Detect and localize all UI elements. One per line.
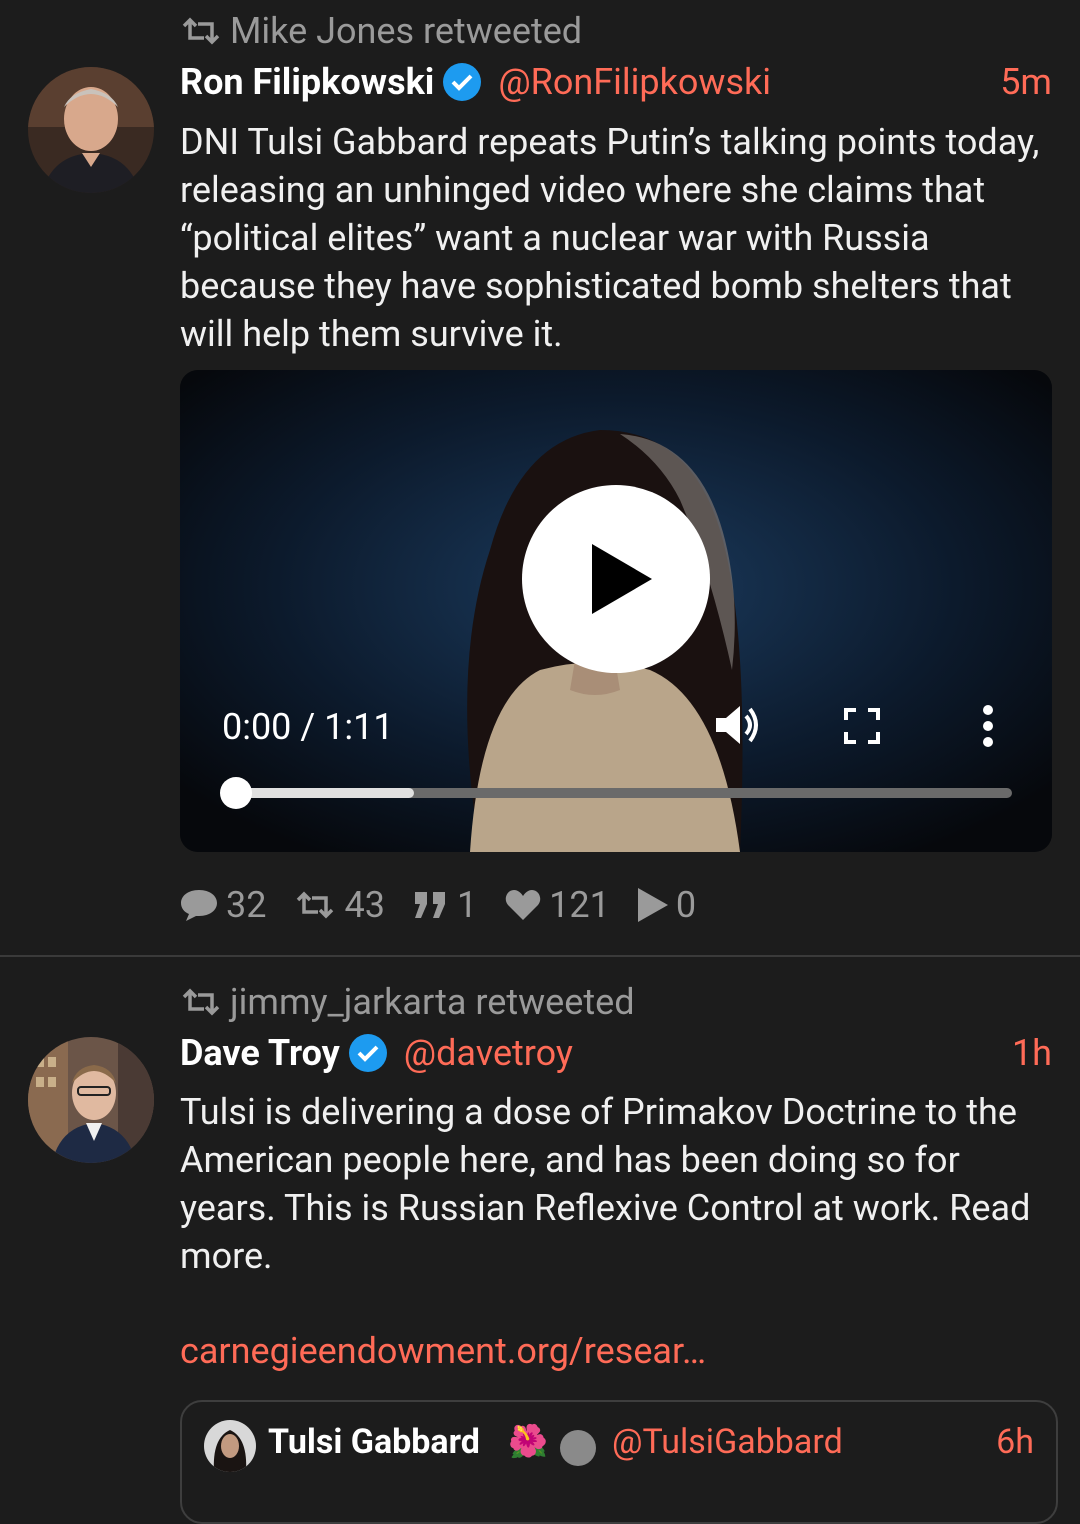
reply-icon (181, 890, 217, 921)
views-icon (637, 888, 668, 922)
more-vert-icon[interactable] (978, 704, 998, 748)
retweeted-by-text: jimmy_jarkarta retweeted (230, 981, 635, 1023)
quote-button[interactable]: 1 (413, 884, 477, 926)
verified-icon (560, 1430, 596, 1466)
avatar[interactable] (28, 1037, 154, 1163)
retweet-icon (182, 988, 220, 1016)
timestamp[interactable]: 1h (1012, 1032, 1052, 1074)
quoted-tweet[interactable]: Tulsi Gabbard 🌺 @TulsiGabbard 6h (180, 1400, 1058, 1524)
play-icon (592, 544, 652, 614)
buffered-progress (236, 788, 415, 798)
verified-icon (443, 63, 482, 101)
video-player[interactable]: 0:00 / 1:11 (180, 370, 1052, 852)
quoted-author-name: Tulsi Gabbard (268, 1422, 480, 1462)
tweet-header: Dave Troy @davetroy 1h (180, 1028, 1052, 1078)
external-link[interactable]: carnegieendowment.org/resear… (180, 1330, 706, 1372)
tweet-text: DNI Tulsi Gabbard repeats Putin’s talkin… (180, 121, 1040, 355)
quote-icon (414, 892, 445, 918)
quoted-author-handle: @TulsiGabbard (612, 1422, 843, 1462)
progress-knob[interactable] (220, 777, 252, 809)
quoted-timestamp: 6h (996, 1422, 1034, 1462)
play-button[interactable] (522, 485, 710, 673)
volume-icon[interactable] (714, 704, 762, 746)
video-time: 0:00 / 1:11 (222, 706, 394, 748)
verified-icon (348, 1034, 387, 1072)
reply-count: 32 (226, 884, 267, 926)
like-button[interactable]: 121 (505, 884, 610, 926)
avatar[interactable] (28, 67, 154, 193)
tweet[interactable]: Mike Jones retweeted Ron Filipkowski @Ro… (0, 0, 1080, 955)
retweet-icon (297, 891, 334, 919)
retweet-attribution[interactable]: Mike Jones retweeted (180, 10, 582, 52)
progress-track[interactable] (236, 788, 1012, 798)
retweet-button[interactable]: 43 (294, 884, 385, 926)
like-count: 121 (549, 884, 610, 926)
quote-count: 1 (456, 884, 478, 926)
views-button[interactable]: 0 (637, 884, 697, 926)
tweet-header: Ron Filipkowski @RonFilipkowski 5m (180, 57, 1052, 107)
retweet-count: 43 (344, 884, 385, 926)
retweeted-by-text: Mike Jones retweeted (230, 10, 583, 52)
like-icon (505, 890, 541, 920)
author-handle[interactable]: @RonFilipkowski (498, 61, 771, 103)
timestamp[interactable]: 5m (1000, 61, 1052, 103)
tweet-actions: 32 43 1 121 0 (180, 884, 724, 926)
views-count: 0 (675, 884, 697, 926)
tweet-text: Tulsi is delivering a dose of Primakov D… (180, 1091, 1031, 1277)
reply-button[interactable]: 32 (180, 884, 266, 926)
author-handle[interactable]: @davetroy (404, 1032, 573, 1074)
author-name[interactable]: Ron Filipkowski (180, 61, 434, 103)
quoted-avatar[interactable] (204, 1420, 256, 1472)
retweet-icon (182, 17, 220, 45)
fullscreen-icon[interactable] (844, 708, 880, 744)
tweet[interactable]: jimmy_jarkarta retweeted Dave Troy @dave… (0, 957, 1080, 1446)
retweet-attribution[interactable]: jimmy_jarkarta retweeted (180, 981, 635, 1023)
author-name[interactable]: Dave Troy (180, 1032, 340, 1074)
hibiscus-emoji: 🌺 (508, 1422, 548, 1460)
